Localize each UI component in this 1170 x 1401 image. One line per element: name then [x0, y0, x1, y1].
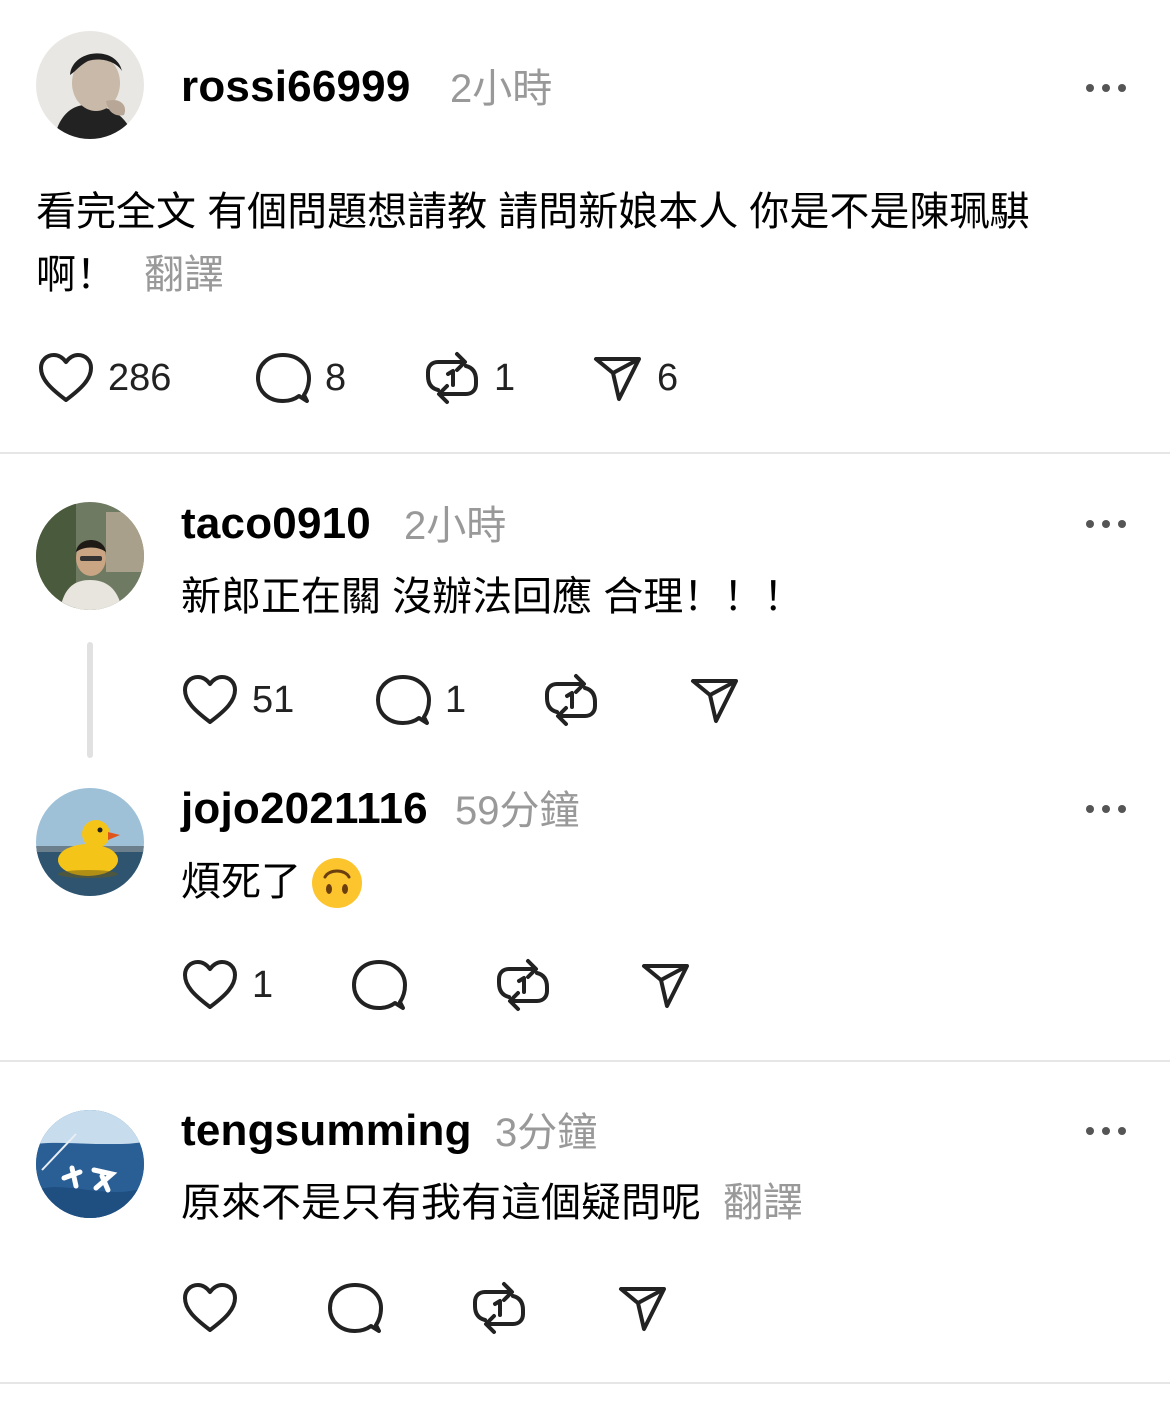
repost-button[interactable] [471, 1280, 527, 1336]
like-button[interactable]: 1 [182, 957, 273, 1013]
translate-link[interactable]: 翻譯 [144, 253, 224, 297]
translate-link[interactable]: 翻譯 [723, 1181, 803, 1225]
username-tengsumming[interactable]: tengsumming [181, 1109, 472, 1153]
repost-icon [426, 352, 478, 404]
comment-bubble-icon [376, 675, 431, 725]
more-horizontal-icon [1086, 805, 1126, 813]
thread-line [87, 642, 93, 758]
more-horizontal-icon [1086, 84, 1126, 92]
comment-count: 1 [445, 679, 467, 721]
post-time: 2小時 [450, 67, 553, 111]
avatar-taco0910[interactable] [36, 502, 144, 610]
post-text: 新郎正在關 沒辦法回應 合理！！！ [181, 575, 804, 619]
like-count: 1 [252, 964, 274, 1006]
more-options-button[interactable] [1084, 799, 1128, 819]
avatar-jojo2021116[interactable] [36, 788, 144, 896]
post-divider [0, 1060, 1170, 1062]
heart-icon [183, 1283, 237, 1332]
more-options-button[interactable] [1084, 78, 1128, 98]
share-button[interactable] [641, 957, 691, 1013]
upside-down-face-icon [312, 857, 362, 908]
post-text-line: 啊！ [36, 253, 116, 297]
share-button[interactable] [618, 1280, 668, 1336]
more-options-button[interactable] [1084, 1121, 1128, 1141]
share-count: 6 [657, 357, 679, 399]
comment-button[interactable] [351, 957, 407, 1013]
repost-icon [473, 1282, 525, 1334]
repost-icon [545, 674, 597, 726]
share-button[interactable]: 6 [593, 350, 678, 406]
avatar-tengsumming[interactable] [36, 1110, 144, 1218]
post-time: 3分鐘 [495, 1111, 598, 1155]
send-icon [691, 679, 738, 723]
comment-button[interactable]: 1 [375, 672, 466, 728]
post-text-line: 煩死了 [181, 860, 301, 904]
username-rossi66999[interactable]: rossi66999 [181, 65, 411, 109]
send-icon [619, 1287, 666, 1331]
repost-icon [497, 959, 549, 1011]
username-jojo2021116[interactable]: jojo2021116 [181, 787, 428, 831]
repost-count: 1 [494, 357, 516, 399]
comment-button[interactable] [327, 1280, 383, 1336]
like-button[interactable]: 51 [182, 672, 294, 728]
post-text: 看完全文 有個問題想請教 請問新娘本人 你是不是陳珮騏 啊！ 翻譯 [36, 181, 1029, 307]
post-divider [0, 1382, 1170, 1384]
post-text: 煩死了 [181, 851, 363, 914]
more-options-button[interactable] [1084, 514, 1128, 534]
post-text-line: 原來不是只有我有這個疑問呢 [181, 1181, 701, 1225]
comment-bubble-icon [256, 353, 311, 403]
username-taco0910[interactable]: taco0910 [181, 502, 371, 546]
send-icon [594, 357, 641, 401]
post-time: 2小時 [404, 504, 507, 548]
comment-bubble-icon [352, 960, 407, 1010]
comment-bubble-icon [328, 1283, 383, 1333]
heart-icon [183, 960, 237, 1009]
comment-button[interactable]: 8 [255, 350, 346, 406]
like-button[interactable]: 286 [38, 350, 171, 406]
avatar-rossi66999[interactable] [36, 31, 144, 139]
repost-button[interactable] [543, 672, 599, 728]
heart-icon [39, 353, 93, 402]
like-count: 51 [252, 679, 295, 721]
like-count: 286 [108, 357, 172, 399]
send-icon [642, 964, 689, 1008]
repost-button[interactable] [495, 957, 551, 1013]
post-text-line: 看完全文 有個問題想請教 請問新娘本人 你是不是陳珮騏 [36, 190, 1030, 234]
like-button[interactable] [182, 1280, 238, 1336]
more-horizontal-icon [1086, 1127, 1126, 1135]
comment-count: 8 [325, 357, 347, 399]
more-horizontal-icon [1086, 520, 1126, 528]
repost-button[interactable]: 1 [424, 350, 515, 406]
share-button[interactable] [690, 672, 740, 728]
post-divider [0, 452, 1170, 454]
post-time: 59分鐘 [455, 789, 580, 833]
post-text: 原來不是只有我有這個疑問呢 翻譯 [181, 1172, 803, 1235]
heart-icon [183, 675, 237, 724]
